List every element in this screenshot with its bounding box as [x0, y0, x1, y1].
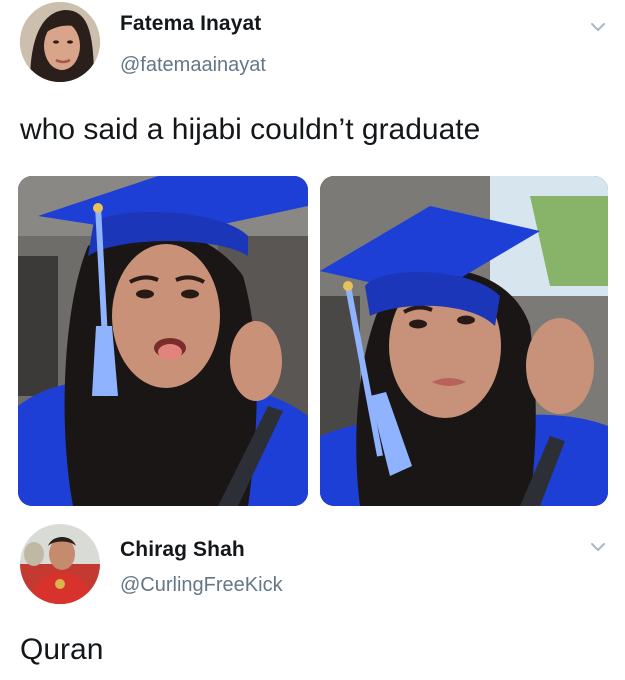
- tweet-photo-2[interactable]: [320, 176, 608, 506]
- author-name[interactable]: Chirag Shah: [120, 538, 245, 562]
- chevron-down-icon[interactable]: [587, 536, 609, 558]
- avatar-image: [20, 2, 100, 82]
- author-name[interactable]: Fatema Inayat: [120, 12, 261, 36]
- graduate-photo: [320, 176, 608, 506]
- graduate-photo: [18, 176, 308, 506]
- tweet-reply: Chirag Shah @CurlingFreeKick Quran: [0, 520, 625, 680]
- author-handle[interactable]: @fatemaainayat: [120, 54, 266, 77]
- tweet-text: who said a hijabi couldn’t graduate: [20, 113, 481, 146]
- avatar[interactable]: [20, 2, 100, 82]
- tweet-photo-1[interactable]: [18, 176, 308, 506]
- tweet-text: Quran: [20, 633, 104, 666]
- author-handle[interactable]: @CurlingFreeKick: [120, 574, 283, 597]
- avatar-image: [20, 524, 100, 604]
- tweet-original: Fatema Inayat @fatemaainayat who said a …: [0, 0, 625, 520]
- avatar[interactable]: [20, 524, 100, 604]
- chevron-down-icon[interactable]: [587, 16, 609, 38]
